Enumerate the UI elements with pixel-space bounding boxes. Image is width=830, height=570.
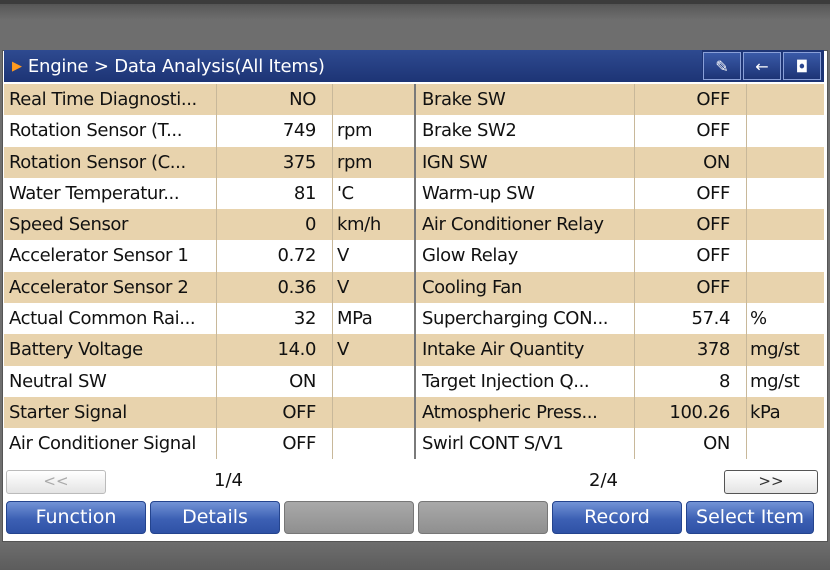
item-unit xyxy=(337,366,412,397)
item-value: ON xyxy=(703,433,730,455)
item-unit xyxy=(337,397,412,428)
function-button[interactable]: Function xyxy=(6,501,146,534)
title-bar: ▶ Engine > Data Analysis(All Items) xyxy=(4,50,704,82)
item-name: Rotation Sensor (C... xyxy=(9,151,186,173)
item-name: Neutral SW xyxy=(9,370,107,392)
item-value: OFF xyxy=(696,120,730,142)
item-value: OFF xyxy=(282,433,316,455)
pen-icon[interactable]: ✎ xyxy=(703,52,741,80)
triangle-right-icon: ▶ xyxy=(12,58,22,74)
item-name: Speed Sensor xyxy=(9,214,129,236)
item-name: Battery Voltage xyxy=(9,339,143,361)
details-button[interactable]: Details xyxy=(150,501,280,534)
item-value: 8 xyxy=(718,370,730,392)
back-arrow-icon[interactable]: ← xyxy=(743,52,781,80)
item-unit xyxy=(337,428,412,459)
item-unit: V xyxy=(337,276,349,298)
column-divider xyxy=(746,84,747,459)
item-value: 81 xyxy=(293,182,316,204)
item-value: OFF xyxy=(696,182,730,204)
item-unit: 'C xyxy=(337,182,354,204)
next-page-button[interactable]: >> xyxy=(724,470,818,494)
item-unit xyxy=(750,147,820,178)
select-item-button[interactable]: Select Item xyxy=(686,501,814,534)
item-value: OFF xyxy=(282,401,316,423)
item-name: Brake SW xyxy=(422,89,506,110)
breadcrumb: Engine > Data Analysis(All Items) xyxy=(27,55,325,77)
item-unit: MPa xyxy=(337,308,373,330)
left-page-indicator: 1/4 xyxy=(214,470,243,491)
item-unit: V xyxy=(337,339,349,361)
item-unit xyxy=(750,209,820,240)
item-unit xyxy=(750,84,820,115)
item-unit: rpm xyxy=(337,151,373,173)
item-name: Intake Air Quantity xyxy=(422,339,585,361)
item-name: Cooling Fan xyxy=(422,276,522,298)
empty-function-button[interactable] xyxy=(284,501,414,534)
item-name: IGN SW xyxy=(422,151,488,173)
prev-page-button[interactable]: << xyxy=(6,470,106,494)
item-unit: V xyxy=(337,245,349,267)
item-name: Swirl CONT S/V1 xyxy=(422,433,564,455)
item-name: Air Conditioner Relay xyxy=(422,214,604,236)
column-divider xyxy=(634,84,635,459)
item-value: NO xyxy=(289,89,316,110)
item-value: OFF xyxy=(696,245,730,267)
record-button[interactable]: Record xyxy=(552,501,682,534)
column-divider xyxy=(332,84,333,459)
item-name: Brake SW2 xyxy=(422,120,517,142)
item-value: 0 xyxy=(304,214,316,236)
column-divider xyxy=(216,84,217,459)
item-value: 100.26 xyxy=(669,401,730,423)
item-unit: mg/st xyxy=(750,370,800,392)
item-unit xyxy=(337,84,412,115)
item-unit xyxy=(750,115,820,146)
item-value: OFF xyxy=(696,214,730,236)
item-name: Starter Signal xyxy=(9,401,127,423)
item-name: Accelerator Sensor 2 xyxy=(9,276,189,298)
item-name: Actual Common Rai... xyxy=(9,308,196,330)
item-name: Glow Relay xyxy=(422,245,518,267)
item-unit: kPa xyxy=(750,401,781,423)
item-name: Accelerator Sensor 1 xyxy=(9,245,189,267)
item-value: ON xyxy=(703,151,730,173)
camera-icon[interactable]: ◘ xyxy=(783,52,821,80)
item-value: 375 xyxy=(282,151,316,173)
item-unit xyxy=(750,272,820,303)
item-value: 749 xyxy=(282,120,316,142)
empty-function-button[interactable] xyxy=(418,501,548,534)
item-value: OFF xyxy=(696,276,730,298)
title-buttons: ✎ ← ◘ xyxy=(702,50,824,82)
item-unit xyxy=(750,240,820,271)
item-unit: mg/st xyxy=(750,339,800,361)
item-unit: % xyxy=(750,308,767,330)
item-name: Target Injection Q... xyxy=(422,370,590,392)
item-name: Air Conditioner Signal xyxy=(9,433,197,455)
item-name: Water Temperatur... xyxy=(9,182,180,204)
item-value: 14.0 xyxy=(277,339,316,361)
item-value: ON xyxy=(289,370,316,392)
item-value: 32 xyxy=(293,308,316,330)
item-value: 57.4 xyxy=(691,308,730,330)
function-bar: Function Details Record Select Item xyxy=(4,500,824,536)
item-value: OFF xyxy=(696,89,730,110)
item-value: 378 xyxy=(696,339,730,361)
item-name: Real Time Diagnosti... xyxy=(9,89,197,110)
top-edge xyxy=(0,0,830,4)
item-name: Supercharging CON... xyxy=(422,308,609,330)
column-divider-center xyxy=(414,84,416,459)
item-unit xyxy=(750,428,820,459)
item-name: Rotation Sensor (T... xyxy=(9,120,183,142)
item-value: 0.72 xyxy=(277,245,316,267)
right-page-indicator: 2/4 xyxy=(589,470,618,491)
item-name: Atmospheric Press... xyxy=(422,401,598,423)
item-name: Warm-up SW xyxy=(422,182,535,204)
item-value: 0.36 xyxy=(277,276,316,298)
item-unit: km/h xyxy=(337,214,381,236)
item-unit: rpm xyxy=(337,120,373,142)
item-unit xyxy=(750,178,820,209)
pager: << 1/4 2/4 >> xyxy=(4,468,824,494)
